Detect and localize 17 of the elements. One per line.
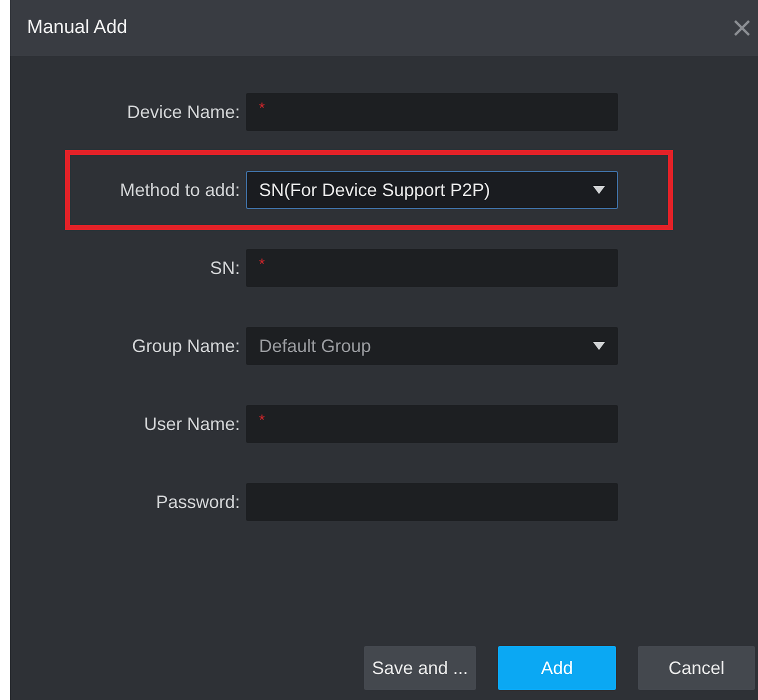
close-icon[interactable] bbox=[732, 18, 752, 38]
input-field[interactable]: * bbox=[246, 93, 618, 131]
field-label: Password: bbox=[154, 490, 241, 514]
dropdown[interactable]: Default Group bbox=[246, 327, 618, 365]
dialog-button[interactable]: Cancel bbox=[638, 646, 755, 690]
dropdown-arrow-icon bbox=[593, 342, 605, 350]
input-field[interactable]: * bbox=[246, 249, 618, 287]
field-label: Group Name: bbox=[130, 334, 241, 358]
dropdown[interactable]: SN(For Device Support P2P) bbox=[246, 171, 618, 209]
field-label: SN: bbox=[208, 256, 241, 280]
dialog-button[interactable]: Save and ... bbox=[364, 646, 476, 690]
dropdown-arrow-icon bbox=[593, 186, 605, 194]
field-label: Method to add: bbox=[118, 178, 241, 202]
input-field[interactable]: * bbox=[246, 405, 618, 443]
field-label: Device Name: bbox=[126, 100, 241, 124]
window-title: Manual Add bbox=[27, 16, 128, 40]
field-label: User Name: bbox=[142, 412, 241, 436]
